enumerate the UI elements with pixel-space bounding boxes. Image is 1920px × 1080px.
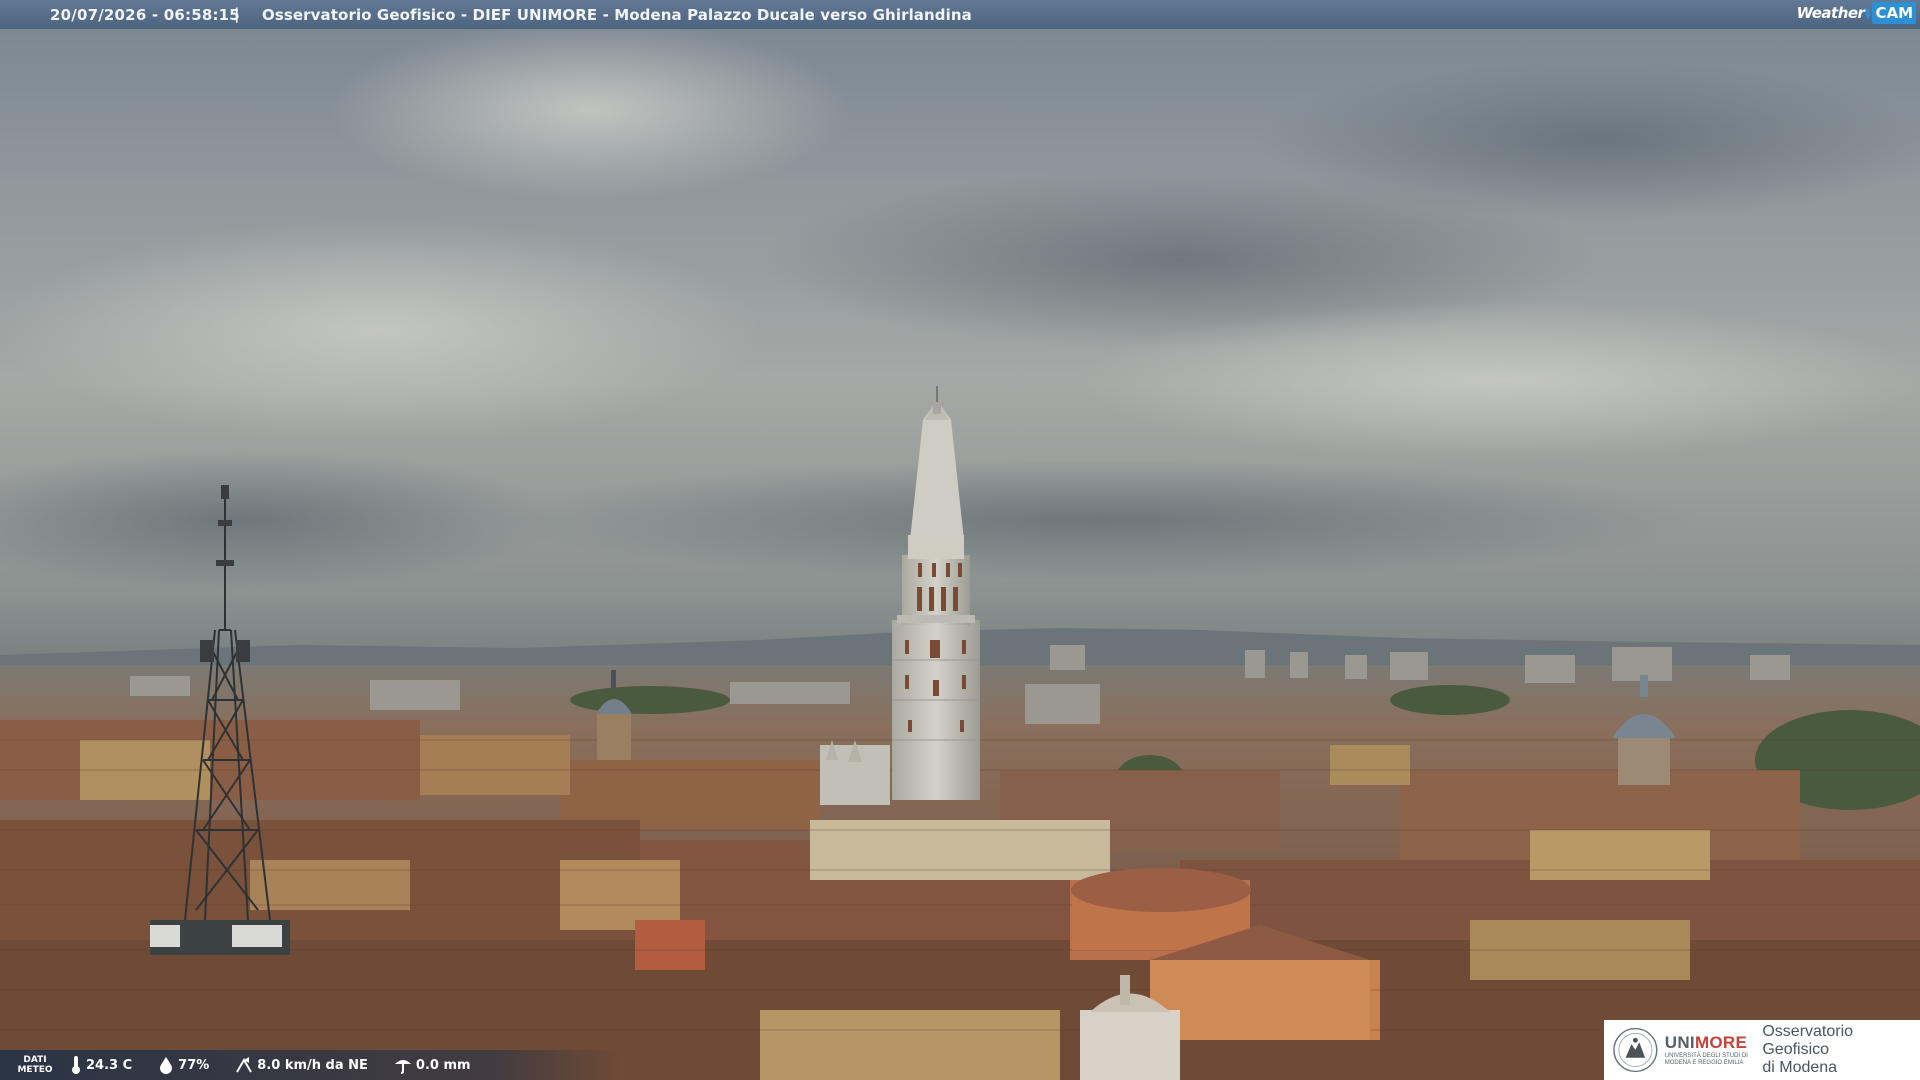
logo-word-weather: Weather bbox=[1796, 4, 1865, 22]
wind-readout: 8.0 km/h da NE bbox=[235, 1056, 368, 1074]
unimore-subtitle: UNIVERSITÀ DEGLI STUDI DI MODENA E REGGI… bbox=[1664, 1053, 1748, 1066]
wind-value: 8.0 km/h da NE bbox=[257, 1057, 368, 1073]
weather-label: DATI METEO bbox=[17, 1055, 53, 1075]
weathercam-logo: Weather CAM bbox=[1797, 0, 1920, 26]
logo-dot-icon bbox=[1866, 7, 1871, 19]
camera-header-bar: 20/07/2026 - 06:58:15 | Osservatorio Geo… bbox=[0, 0, 1920, 29]
weather-data-bar: DATI METEO 24.3 C 77% 8.0 km/h da NE 0.0… bbox=[0, 1050, 620, 1080]
rain-readout: 0.0 mm bbox=[394, 1056, 471, 1074]
unimore-name: UNIMORE bbox=[1664, 1033, 1748, 1052]
wind-icon bbox=[236, 1057, 253, 1073]
camera-title: Osservatorio Geofisico - DIEF UNIMORE - … bbox=[262, 6, 972, 24]
humidity-readout: 77% bbox=[158, 1056, 209, 1074]
rain-value: 0.0 mm bbox=[415, 1057, 471, 1073]
logo-word-cam: CAM bbox=[1872, 2, 1916, 24]
university-seal-icon bbox=[1613, 1027, 1658, 1073]
temperature-value: 24.3 C bbox=[86, 1057, 133, 1073]
city-panorama bbox=[0, 0, 1920, 1080]
observatory-name: Osservatorio Geofisico di Modena bbox=[1762, 1023, 1854, 1076]
unimore-logo-box: UNIMORE UNIVERSITÀ DEGLI STUDI DI MODENA… bbox=[1604, 1020, 1920, 1080]
humidity-drop-icon bbox=[160, 1057, 173, 1074]
webcam-image bbox=[0, 0, 1920, 1080]
humidity-value: 77% bbox=[178, 1057, 210, 1073]
rain-icon bbox=[394, 1060, 411, 1074]
unimore-brand: UNIMORE UNIVERSITÀ DEGLI STUDI DI MODENA… bbox=[1665, 1033, 1755, 1067]
timestamp: 20/07/2026 - 06:58:15 bbox=[50, 6, 240, 24]
thermometer-icon bbox=[72, 1056, 80, 1074]
temperature-readout: 24.3 C bbox=[70, 1055, 132, 1075]
header-separator: | bbox=[234, 5, 240, 23]
